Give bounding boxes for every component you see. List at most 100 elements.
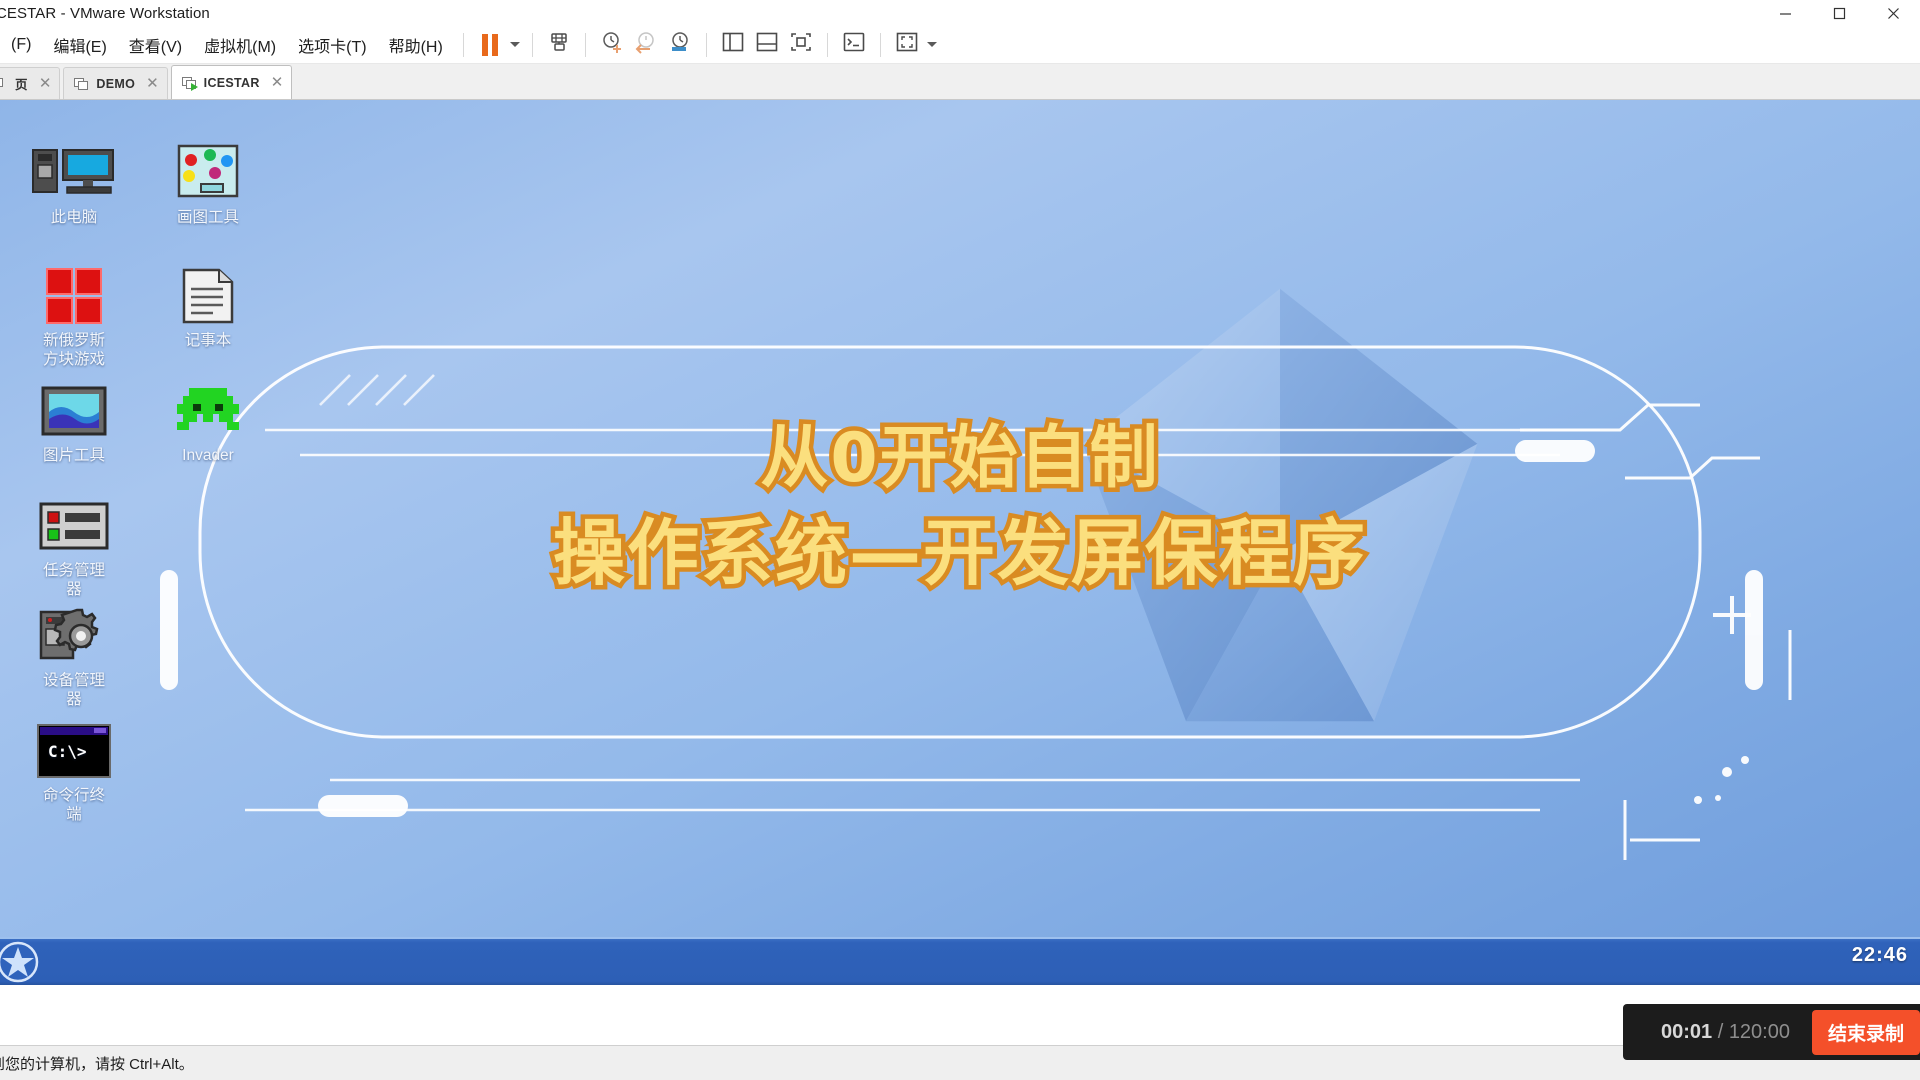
menu-view[interactable]: 查看(V) [118,29,193,61]
toolbar-divider-4 [705,32,707,57]
desktop-icon-label-line1: 任务管理 [42,562,105,579]
panel-bottom-icon [755,31,779,58]
command-prompt-icon: C:\> [14,720,134,782]
desktop-icon-label: Invader [182,447,234,464]
desktop-icon-label-line2: 器 [66,691,82,708]
suspend-dropdown[interactable] [507,42,523,47]
unity-mode-button[interactable] [837,30,871,60]
notepad-icon [148,265,268,327]
desktop-icon-label-line2: 器 [66,581,82,598]
image-tool-icon [14,380,134,442]
pause-icon [481,33,498,56]
chevron-down-icon-2 [926,42,937,47]
menu-file[interactable]: (F) [0,32,42,58]
task-manager-icon [14,495,134,557]
show-library-button[interactable] [716,30,750,60]
device-manager-icon [14,605,134,667]
chevron-down-icon [509,42,520,47]
home-tab-icon [0,76,8,91]
menu-tabs[interactable]: 选项卡(T) [287,29,377,61]
fullscreen-dropdown[interactable] [924,42,940,47]
fullscreen-icon [895,31,919,58]
recording-elapsed: 00:01 [1660,1020,1713,1043]
desktop-icon-notepad[interactable]: 记事本 [148,265,268,350]
vm-console-screen[interactable]: 此电脑 画图工具 新俄罗斯 方块游戏 记事本 图片工具 Invader 任务管理… [0,100,1920,985]
desktop-icon-image-tool[interactable]: 图片工具 [14,380,134,465]
recording-time: 00:01 / 120:00 [1661,1021,1790,1044]
tab-demo-label: DEMO [96,76,136,91]
snapshot-add-icon [600,30,624,59]
tab-home-close[interactable]: ✕ [39,76,52,91]
menu-edit[interactable]: 编辑(E) [42,29,117,61]
show-thumbnails-button[interactable] [750,30,784,60]
menu-help[interactable]: 帮助(H) [378,29,454,61]
close-button[interactable] [1866,0,1920,26]
revert-snapshot-button[interactable] [629,30,663,60]
desktop-icon-command-prompt[interactable]: C:\> 命令行终 端 [14,720,134,824]
start-orb-icon[interactable] [0,939,44,985]
tetris-icon [14,265,134,327]
desktop-icon-label-line2: 方块游戏 [42,351,105,368]
screen-recorder-widget[interactable]: 00:01 / 120:00 结束录制 [1622,1004,1920,1060]
desktop-icon-invader[interactable]: Invader [148,380,268,465]
send-ctrl-alt-del-button[interactable] [542,30,576,60]
toolbar-divider-2 [531,32,533,57]
vm-desktop[interactable]: 此电脑 画图工具 新俄罗斯 方块游戏 记事本 图片工具 Invader 任务管理… [0,100,1920,985]
tab-demo[interactable]: DEMO ✕ [63,67,168,99]
status-message: 到您的计算机，请按 Ctrl+Alt。 [0,1055,194,1073]
this-pc-icon [14,142,134,204]
desktop-icon-label-line1: 新俄罗斯 [42,332,105,349]
snapshot-manager-icon [668,30,692,59]
vm-tab-running-icon [181,75,198,91]
console-view-icon [789,31,813,58]
decorative-star [1082,288,1478,722]
desktop-icon-label: 此电脑 [50,209,98,226]
stop-recording-button[interactable]: 结束录制 [1811,1009,1920,1055]
invader-icon [148,380,268,442]
panel-left-icon [721,31,745,58]
desktop-icon-label: 画图工具 [176,209,239,226]
tab-bar: 页 ✕ DEMO ✕ ICESTAR ✕ [0,64,1920,100]
vm-taskbar[interactable]: 22:46 [0,937,1920,985]
recording-total: 120:00 [1728,1020,1790,1043]
paint-tool-icon [148,142,268,204]
vm-tab-icon [74,76,89,91]
desktop-icon-label: 图片工具 [42,447,105,464]
tab-home-label: 页 [15,78,28,92]
desktop-icon-label: 记事本 [184,332,232,349]
desktop-icon-paint-tool[interactable]: 画图工具 [148,142,268,227]
desktop-icon-label-line1: 设备管理 [42,672,105,689]
window-titlebar: CESTAR - VMware Workstation [0,0,1920,26]
menu-bar: (F) 编辑(E) 查看(V) 虚拟机(M) 选项卡(T) 帮助(H) [0,26,1920,64]
tab-icestar-label: ICESTAR [203,75,260,90]
tab-demo-close[interactable]: ✕ [146,76,159,91]
maximize-button[interactable] [1812,0,1866,26]
desktop-icon-label-line2: 端 [66,806,82,823]
desktop-icon-this-pc[interactable]: 此电脑 [14,142,134,227]
tab-home[interactable]: 页 ✕ [0,67,61,99]
desktop-icon-label-line1: 命令行终 [42,787,105,804]
fullscreen-button[interactable] [890,30,924,60]
snapshot-manager-button[interactable] [663,30,697,60]
svg-text:C:\>: C:\> [48,742,87,761]
suspend-button[interactable] [473,30,507,60]
tab-icestar-close[interactable]: ✕ [271,75,284,90]
toolbar-divider-5 [826,32,828,57]
toolbar-divider-6 [879,32,881,57]
vm-clock: 22:46 [1851,944,1908,966]
show-console-button[interactable] [784,30,818,60]
take-snapshot-button[interactable] [595,30,629,60]
snapshot-revert-icon [634,30,658,59]
menu-vm[interactable]: 虚拟机(M) [193,29,287,61]
minimize-button[interactable] [1758,0,1812,26]
desktop-icon-device-manager[interactable]: 设备管理 器 [14,605,134,709]
window-title: CESTAR - VMware Workstation [0,4,210,22]
toolbar-divider [462,32,464,57]
toolbar-divider-3 [584,32,586,57]
keyboard-icon [547,30,571,59]
desktop-icon-task-manager[interactable]: 任务管理 器 [14,495,134,599]
tab-icestar[interactable]: ICESTAR ✕ [170,65,293,99]
recording-separator: / [1712,1020,1729,1043]
terminal-icon [842,31,866,58]
desktop-icon-tetris[interactable]: 新俄罗斯 方块游戏 [14,265,134,369]
